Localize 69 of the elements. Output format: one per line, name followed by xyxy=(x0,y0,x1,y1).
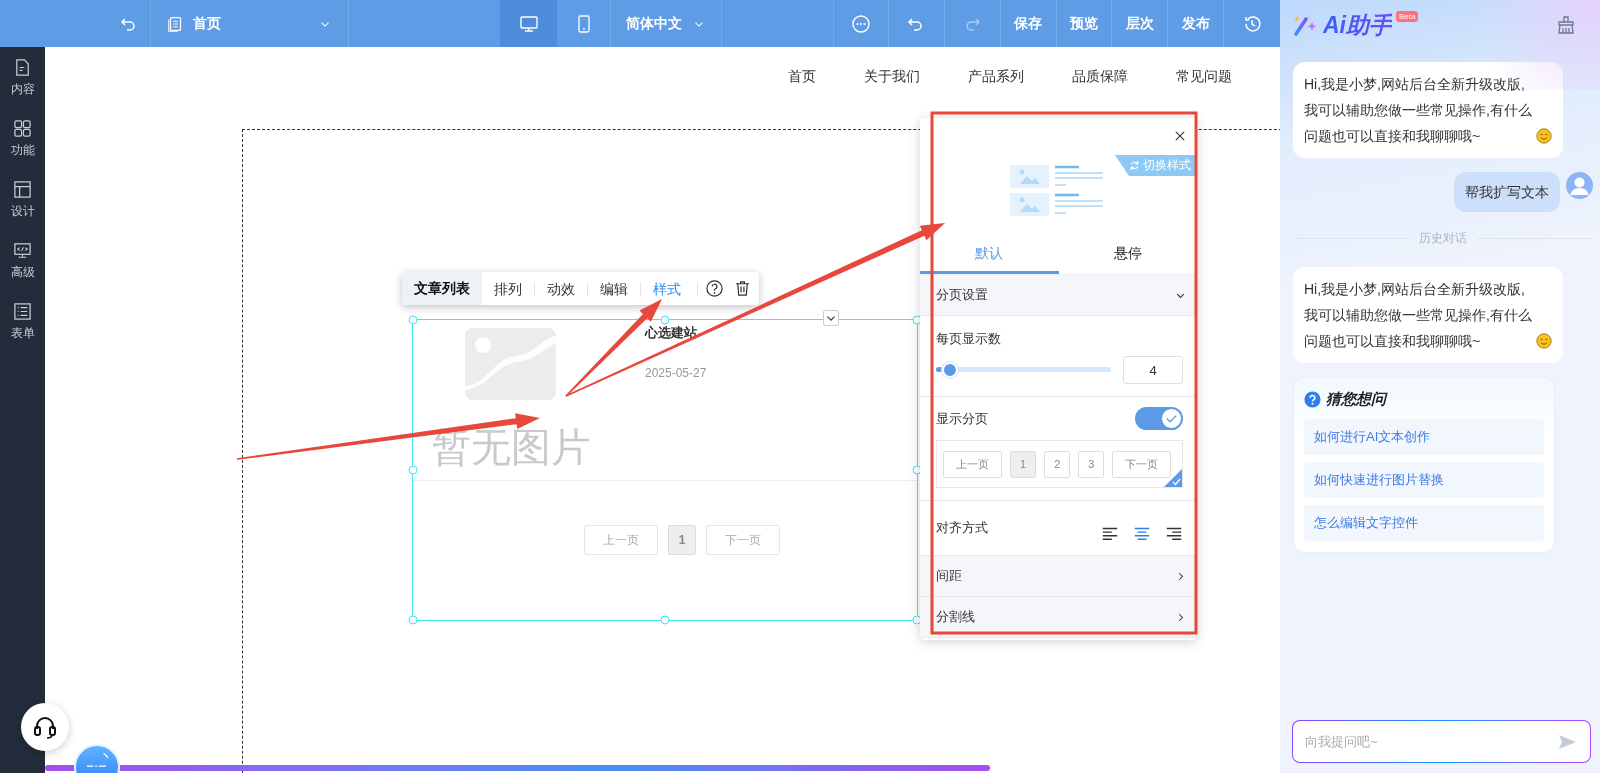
section-header[interactable]: 间距 xyxy=(920,556,1197,597)
document-icon xyxy=(13,57,32,77)
trash-icon[interactable] xyxy=(733,279,752,298)
sidebar-item[interactable]: 表单 xyxy=(0,291,45,352)
sidebar-item[interactable]: 高级 xyxy=(0,230,45,291)
sidebar-item[interactable]: 内容 xyxy=(0,47,45,108)
layout-icon xyxy=(13,179,32,199)
more-icon xyxy=(850,13,871,34)
nav-link[interactable]: 首页 xyxy=(788,68,816,86)
nav-link[interactable]: 品质保障 xyxy=(1072,68,1128,86)
suggested-question[interactable]: 怎么编辑文字控件 xyxy=(1304,505,1544,541)
beta-badge: Beta xyxy=(1396,11,1419,22)
sidebar-item[interactable]: 功能 xyxy=(0,108,45,169)
toolbar-tab[interactable]: 样式 xyxy=(640,281,693,296)
resize-handle[interactable] xyxy=(408,315,418,325)
pagination-style-option[interactable]: 上一页 1 2 3 下一页 xyxy=(936,440,1183,488)
tab[interactable]: 悬停 xyxy=(1058,236,1197,274)
pagination-button: 3 xyxy=(1078,450,1105,478)
field-label: 显示分页 xyxy=(936,409,988,428)
number-input[interactable]: 4 xyxy=(1123,356,1183,384)
help-icon[interactable] xyxy=(705,279,724,298)
pagination-button: 1 xyxy=(1010,450,1037,478)
avatar-icon xyxy=(1566,172,1593,199)
message-text: Hi,我是小梦,网站后台全新升级改版,我可以辅助您做一些常见操作,有什么问题也可以直接和我聊聊哦~ xyxy=(1304,75,1532,146)
toolbar-tab[interactable]: 编辑 xyxy=(587,281,640,296)
suggested-question[interactable]: 如何进行AI文本创作 xyxy=(1304,419,1544,455)
desktop-view-button[interactable] xyxy=(500,0,557,47)
close-icon[interactable] xyxy=(1173,129,1187,143)
send-icon[interactable] xyxy=(1557,732,1577,752)
suggestion-title: 猜您想问 xyxy=(1326,390,1386,409)
toolbar-tab[interactable]: 排列 xyxy=(482,281,534,296)
chat-input-field[interactable]: 向我提问吧~ xyxy=(1292,720,1591,763)
field-label: 对齐方式 xyxy=(936,519,988,537)
headset-icon xyxy=(32,714,58,740)
message-text: Hi,我是小梦,网站后台全新升级改版,我可以辅助您做一些常见操作,有什么问题也可以直接和我聊聊哦~ xyxy=(1304,280,1532,351)
toggle-switch[interactable] xyxy=(1135,407,1183,430)
history-icon xyxy=(1242,13,1263,34)
module-type-label: 文章列表 xyxy=(402,272,482,305)
code-monitor-icon xyxy=(13,240,32,260)
resize-handle[interactable] xyxy=(408,615,418,625)
pagination-button: 2 xyxy=(1044,450,1071,478)
section-header[interactable]: 分页设置 xyxy=(920,275,1197,316)
resize-handle[interactable] xyxy=(408,465,418,475)
sidebar-item[interactable]: 设计 xyxy=(0,169,45,230)
magic-wand-icon xyxy=(1293,14,1319,36)
resize-handle[interactable] xyxy=(660,315,670,325)
history-divider-label: 历史对话 xyxy=(1418,230,1467,247)
article-date: 2025-05-27 xyxy=(645,366,707,380)
broom-icon[interactable] xyxy=(1556,15,1576,35)
message-text: 帮我扩写文本 xyxy=(1465,184,1549,200)
nav-link[interactable]: 产品系列 xyxy=(968,68,1024,86)
smiley-emoji-icon xyxy=(1536,332,1552,350)
toolbar-tab[interactable]: 动效 xyxy=(534,281,587,296)
suggested-question[interactable]: 如何快速进行图片替换 xyxy=(1304,462,1544,498)
pagination-button: 上一页 xyxy=(943,450,1002,478)
nav-link[interactable]: 常见问题 xyxy=(1176,68,1232,86)
slider-thumb[interactable] xyxy=(942,362,958,378)
section-header[interactable]: 分割线 xyxy=(920,597,1197,638)
refresh-icon xyxy=(1129,160,1140,171)
pagination-button: 下一页 xyxy=(1112,450,1172,478)
list-icon xyxy=(13,301,32,321)
help-icon xyxy=(1304,391,1321,408)
nav-link[interactable]: 关于我们 xyxy=(864,68,920,86)
field-label: 每页显示数 xyxy=(936,330,1002,348)
smiley-emoji-icon xyxy=(1536,127,1552,145)
desktop-icon xyxy=(518,13,539,34)
grid-icon xyxy=(13,118,32,138)
resize-handle[interactable] xyxy=(660,615,670,625)
slider[interactable] xyxy=(936,361,1111,379)
